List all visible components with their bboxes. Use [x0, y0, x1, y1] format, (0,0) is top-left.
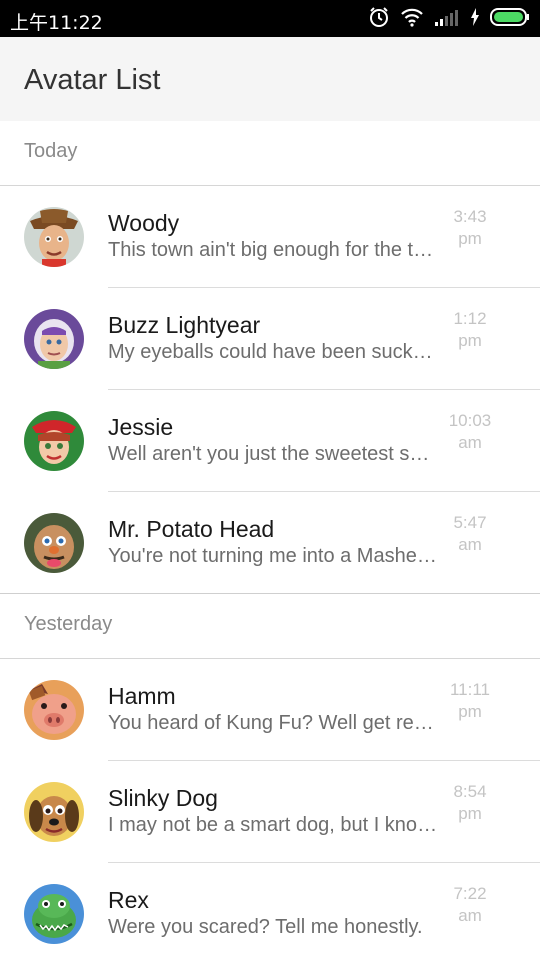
potato-avatar[interactable] [24, 513, 84, 573]
slinky-avatar[interactable] [24, 782, 84, 842]
item-message: You're not turning me into a Mashed Pota… [108, 545, 440, 567]
status-time: 上午11:22 [10, 12, 103, 34]
item-time: 11:11 pm [449, 680, 491, 721]
item-message: This town ain't big enough for the two o… [108, 239, 440, 261]
hamm-avatar[interactable] [24, 680, 84, 740]
alarm-icon [368, 6, 390, 33]
item-message: My eyeballs could have been sucked from … [108, 341, 440, 363]
section-header-label: Today [24, 140, 78, 162]
app-bar: Avatar List [0, 37, 540, 121]
rex-avatar[interactable] [24, 884, 84, 944]
list-item[interactable]: Jessie Well aren't you just the sweetest… [0, 390, 540, 492]
item-time: 10:03 am [448, 411, 492, 452]
item-time: 5:47 am [453, 513, 487, 554]
section-header-label: Yesterday [24, 613, 113, 635]
item-time: 8:54 pm [453, 782, 487, 823]
item-name: Hamm [108, 683, 176, 709]
page-title: Avatar List [24, 64, 161, 96]
signal-icon [434, 7, 460, 32]
item-name: Jessie [108, 414, 174, 440]
wifi-icon [400, 7, 424, 32]
item-name: Rex [108, 887, 149, 913]
item-message: You heard of Kung Fu? Well get ready for… [108, 712, 440, 734]
item-time: 1:12 pm [453, 309, 487, 350]
woody-avatar[interactable] [24, 207, 84, 267]
status-icons [368, 6, 530, 33]
item-name: Buzz Lightyear [108, 312, 261, 338]
list-item[interactable]: Rex Were you scared? Tell me honestly. 7… [0, 863, 540, 965]
item-message: Well aren't you just the sweetest space … [108, 443, 440, 465]
list-item[interactable]: Buzz Lightyear My eyeballs could have be… [0, 288, 540, 390]
battery-icon [490, 7, 530, 32]
status-bar: 上午11:22 [0, 0, 540, 37]
item-time: 3:43 pm [453, 207, 487, 248]
item-message: I may not be a smart dog, but I know wha… [108, 814, 440, 836]
item-message: Were you scared? Tell me honestly. [108, 916, 423, 938]
item-name: Slinky Dog [108, 785, 218, 811]
list-item[interactable]: Woody This town ain't big enough for the… [0, 186, 540, 288]
list-item[interactable]: Mr. Potato Head You're not turning me in… [0, 492, 540, 594]
item-name: Mr. Potato Head [108, 516, 275, 542]
item-name: Woody [108, 210, 180, 236]
buzz-avatar[interactable] [24, 309, 84, 369]
section-header-today: Today [0, 121, 540, 186]
section-header-yesterday: Yesterday [0, 594, 540, 659]
charging-icon [470, 7, 480, 31]
item-time: 7:22 am [453, 884, 487, 925]
list-item[interactable]: Slinky Dog I may not be a smart dog, but… [0, 761, 540, 863]
list-item[interactable]: Hamm You heard of Kung Fu? Well get read… [0, 659, 540, 761]
jessie-avatar[interactable] [24, 411, 84, 471]
